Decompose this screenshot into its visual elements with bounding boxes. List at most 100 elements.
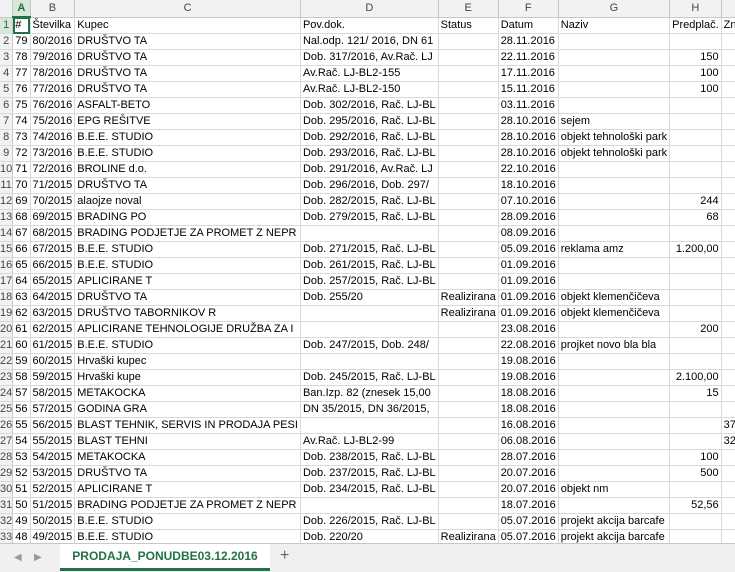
cell[interactable]: B.E.E. STUDIO <box>74 129 301 146</box>
cell[interactable]: 65 <box>12 257 31 274</box>
cell[interactable]: objekt klemenčičeva <box>558 305 671 322</box>
cell[interactable] <box>669 225 722 242</box>
row-header[interactable]: 24 <box>0 385 14 402</box>
cell[interactable]: 74 <box>12 113 31 130</box>
cell[interactable]: 01.09.2016 <box>498 289 559 306</box>
cell[interactable]: 56 <box>12 401 31 418</box>
cell[interactable]: 23.08.2016 <box>498 321 559 338</box>
column-header-h[interactable]: H <box>669 0 722 18</box>
cell[interactable]: BRADING PODJETJE ZA PROMET Z NEPR <box>74 225 301 242</box>
row-header[interactable]: 5 <box>0 81 14 98</box>
row-header[interactable]: 33 <box>0 529 14 543</box>
cell[interactable]: 60/2015 <box>30 353 76 370</box>
cell[interactable]: B.E.E. STUDIO <box>74 257 301 274</box>
row-header[interactable]: 16 <box>0 257 14 274</box>
cell[interactable] <box>438 337 499 354</box>
row-header[interactable]: 21 <box>0 337 14 354</box>
cell[interactable]: 68/2015 <box>30 225 76 242</box>
cell[interactable]: DRUŠTVO TA <box>74 49 301 66</box>
cell[interactable]: 71 <box>12 161 31 178</box>
cell[interactable] <box>438 209 499 226</box>
row-header[interactable]: 8 <box>0 129 14 146</box>
cell[interactable]: 1.200,00 <box>721 241 735 258</box>
cell[interactable]: 1.080,00 <box>721 129 735 146</box>
row-header[interactable]: 7 <box>0 113 14 130</box>
cell[interactable]: 58 <box>12 369 31 386</box>
cell[interactable]: 51/2015 <box>30 497 76 514</box>
header-cell[interactable]: # <box>12 17 31 34</box>
cell[interactable]: projket novo bla bla <box>558 337 671 354</box>
cell[interactable]: 2.100,00 <box>669 369 722 386</box>
cell[interactable]: 244 <box>669 193 722 210</box>
row-header[interactable]: 10 <box>0 161 14 178</box>
cell[interactable]: Dob. 296/2016, Dob. 297/ <box>300 177 439 194</box>
cell[interactable]: Hrvaški kupe <box>74 369 301 386</box>
cell[interactable] <box>300 497 439 514</box>
cell[interactable]: 28.10.2016 <box>498 129 559 146</box>
cell[interactable] <box>558 417 671 434</box>
cell[interactable]: DRUŠTVO TA <box>74 33 301 50</box>
cell[interactable]: 70/2015 <box>30 193 76 210</box>
cell[interactable]: 19.08.2016 <box>498 353 559 370</box>
cell[interactable] <box>558 273 671 290</box>
cell[interactable]: 0 <box>721 481 735 498</box>
cell[interactable] <box>438 113 499 130</box>
header-cell[interactable]: Predplač. <box>669 17 722 34</box>
cell[interactable] <box>669 481 722 498</box>
cell[interactable]: 68 <box>12 209 31 226</box>
cell[interactable]: 392,84 <box>721 449 735 466</box>
row-header[interactable]: 22 <box>0 353 14 370</box>
cell[interactable]: Ban.Izp. 82 (znesek 15,00 <box>300 385 439 402</box>
cell[interactable] <box>558 385 671 402</box>
cell[interactable]: BRADING PODJETJE ZA PROMET Z NEPR <box>74 497 301 514</box>
row-header[interactable]: 4 <box>0 65 14 82</box>
cell[interactable]: 610 <box>721 529 735 543</box>
cell[interactable]: 100 <box>669 449 722 466</box>
cell[interactable] <box>558 49 671 66</box>
cell[interactable]: 73/2016 <box>30 145 76 162</box>
sheet-tab-prodaja-ponudbe[interactable]: PRODAJA_PONUDBE03.12.2016 <box>60 544 270 571</box>
cell[interactable]: Dob. 279/2015, Rač. LJ-BL <box>300 209 439 226</box>
cell[interactable]: 59 <box>12 353 31 370</box>
cell[interactable] <box>669 353 722 370</box>
cell[interactable]: 69 <box>12 193 31 210</box>
cell[interactable]: 244 <box>721 193 735 210</box>
header-cell[interactable]: Status <box>438 17 499 34</box>
cell[interactable]: B.E.E. STUDIO <box>74 145 301 162</box>
row-header[interactable]: 30 <box>0 481 14 498</box>
cell[interactable]: 65/2015 <box>30 273 76 290</box>
cell[interactable]: 75/2016 <box>30 113 76 130</box>
cell[interactable]: 57 <box>12 385 31 402</box>
cell[interactable]: 18.07.2016 <box>498 497 559 514</box>
cell[interactable]: DRUŠTVO TA <box>74 289 301 306</box>
column-header-d[interactable]: D <box>300 0 439 18</box>
cell[interactable]: 74/2016 <box>30 129 76 146</box>
cell[interactable] <box>558 193 671 210</box>
row-header[interactable]: 31 <box>0 497 14 514</box>
cell[interactable]: 14.640,00 <box>721 337 735 354</box>
cell[interactable]: 63 <box>12 289 31 306</box>
cell[interactable]: 18.10.2016 <box>498 177 559 194</box>
cell[interactable] <box>558 81 671 98</box>
column-header-i[interactable]: I <box>721 0 735 18</box>
cell[interactable] <box>558 257 671 274</box>
cell[interactable]: 54/2015 <box>30 449 76 466</box>
cell[interactable]: Dob. 226/2015, Rač. LJ-BL <box>300 513 439 530</box>
cell[interactable]: 79 <box>12 33 31 50</box>
cell[interactable]: 72/2016 <box>30 161 76 178</box>
header-cell[interactable]: Znesek <box>721 17 735 34</box>
cell[interactable] <box>438 321 499 338</box>
cell[interactable] <box>669 97 722 114</box>
cell[interactable] <box>669 161 722 178</box>
cell[interactable] <box>300 353 439 370</box>
cell[interactable] <box>438 353 499 370</box>
cell[interactable]: 359,38 <box>721 177 735 194</box>
cell[interactable]: 52/2015 <box>30 481 76 498</box>
cell[interactable]: Av.Rač. LJ-BL2-99 <box>300 433 439 450</box>
cell[interactable]: 52 <box>12 465 31 482</box>
row-header[interactable]: 20 <box>0 321 14 338</box>
cell[interactable] <box>669 177 722 194</box>
cell[interactable]: 66 <box>12 241 31 258</box>
cell[interactable]: BLAST TEHNIK, SERVIS IN PRODAJA PESI <box>74 417 301 434</box>
cell[interactable] <box>438 161 499 178</box>
